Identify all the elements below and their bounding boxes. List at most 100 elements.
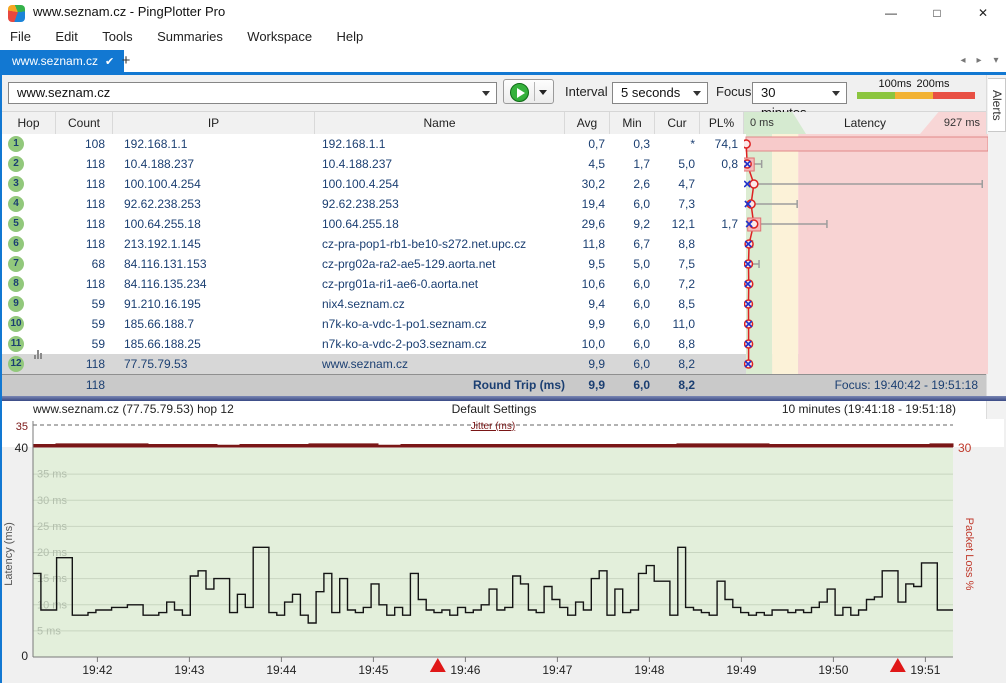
col-header-count[interactable]: Count <box>56 112 113 134</box>
timeline-graph-area[interactable]: Jitter (ms)355 ms10 ms15 ms20 ms25 ms30 … <box>0 419 1006 683</box>
timeline-range-label[interactable]: 10 minutes (19:41:18 - 19:51:18) <box>782 402 956 416</box>
name-cell: cz-prg01a-ri1-ae6-0.aorta.net <box>322 274 562 294</box>
menu-edit[interactable]: Edit <box>45 26 87 47</box>
svg-text:19:45: 19:45 <box>358 663 388 677</box>
menu-summaries[interactable]: Summaries <box>147 26 233 47</box>
cur-cell: 7,5 <box>655 254 695 274</box>
hop-number-badge: 7 <box>8 256 24 272</box>
focus-select[interactable]: 30 minutes <box>752 82 847 104</box>
play-icon[interactable] <box>510 83 529 102</box>
chevron-down-icon[interactable] <box>693 91 701 96</box>
hop-cell: 4 <box>2 194 56 214</box>
hop-cell: 9 <box>2 294 56 314</box>
min-cell: 6,0 <box>610 294 650 314</box>
ip-cell: 213.192.1.145 <box>124 234 310 254</box>
pingplotter-window: www.seznam.cz - PingPlotter Pro — □ ✕ Fi… <box>0 0 1006 683</box>
round-trip-row[interactable]: 118 Round Trip (ms) 9,9 6,0 8,2 Focus: 1… <box>2 374 986 396</box>
svg-text:30 ms: 30 ms <box>37 495 67 507</box>
latency-scale-red <box>933 92 975 99</box>
avg-cell: 29,6 <box>565 214 605 234</box>
svg-text:0: 0 <box>21 649 28 663</box>
ip-cell: 185.66.188.25 <box>124 334 310 354</box>
close-icon[interactable]: ✕ <box>960 0 1006 26</box>
ip-cell: 100.100.4.254 <box>124 174 310 194</box>
col-header-name[interactable]: Name <box>315 112 565 134</box>
pl-cell: 0,8 <box>700 154 738 174</box>
count-cell: 118 <box>56 274 105 294</box>
latency-timeline-chart[interactable]: Jitter (ms)355 ms10 ms15 ms20 ms25 ms30 … <box>0 419 1006 683</box>
toolbar: www.seznam.cz Interval 5 seconds Focus 3… <box>0 75 1006 112</box>
cur-cell: 8,2 <box>655 354 695 374</box>
menu-workspace[interactable]: Workspace <box>237 26 322 47</box>
col-header-hop[interactable]: Hop <box>2 112 56 134</box>
name-cell: cz-prg02a-ra2-ae5-129.aorta.net <box>322 254 562 274</box>
chevron-down-icon[interactable] <box>482 91 490 96</box>
cur-cell: 11,0 <box>655 314 695 334</box>
check-icon: ✔ <box>105 56 114 68</box>
col-header-cur[interactable]: Cur <box>655 112 700 134</box>
menu-tools[interactable]: Tools <box>92 26 142 47</box>
hop-cell: 8 <box>2 274 56 294</box>
hop-latency-minigraph[interactable] <box>744 134 988 374</box>
tab-target-seznam[interactable]: www.seznam.cz✔ <box>2 50 124 72</box>
count-cell: 118 <box>56 234 105 254</box>
latency-scale-yellow <box>895 92 933 99</box>
ip-cell: 192.168.1.1 <box>124 134 310 154</box>
interval-select[interactable]: 5 seconds <box>612 82 708 104</box>
cur-cell: 12,1 <box>655 214 695 234</box>
svg-text:19:48: 19:48 <box>634 663 664 677</box>
count-cell: 118 <box>56 194 105 214</box>
target-address-combobox[interactable]: www.seznam.cz <box>8 82 497 104</box>
svg-text:25 ms: 25 ms <box>37 521 67 533</box>
min-cell: 0,3 <box>610 134 650 154</box>
cur-cell: 8,5 <box>655 294 695 314</box>
min-cell: 1,7 <box>610 154 650 174</box>
col-header-pl[interactable]: PL% <box>700 112 744 134</box>
name-cell: 100.100.4.254 <box>322 174 562 194</box>
pingplotter-app-icon <box>8 5 25 22</box>
svg-text:35 ms: 35 ms <box>37 469 67 481</box>
col-header-min[interactable]: Min <box>610 112 655 134</box>
cur-cell: 7,2 <box>655 274 695 294</box>
svg-text:19:51: 19:51 <box>910 663 940 677</box>
count-cell: 108 <box>56 134 105 154</box>
menu-help[interactable]: Help <box>327 26 374 47</box>
alerts-side-tab[interactable]: Alerts <box>988 78 1006 132</box>
round-trip-min: 6,0 <box>610 375 650 396</box>
hop-number-badge: 4 <box>8 196 24 212</box>
tab-bar: www.seznam.cz✔ + ◂ ▸ ▾ <box>0 50 1006 72</box>
count-cell: 59 <box>56 334 105 354</box>
name-cell: n7k-ko-a-vdc-2-po3.seznam.cz <box>322 334 562 354</box>
name-cell: cz-pra-pop1-rb1-be10-s272.net.upc.cz <box>322 234 562 254</box>
cur-cell: 4,7 <box>655 174 695 194</box>
svg-text:19:50: 19:50 <box>818 663 848 677</box>
min-cell: 5,0 <box>610 254 650 274</box>
svg-text:19:42: 19:42 <box>82 663 112 677</box>
avg-cell: 30,2 <box>565 174 605 194</box>
menu-file[interactable]: File <box>0 26 41 47</box>
maximize-icon[interactable]: □ <box>914 0 960 26</box>
new-tab-button[interactable]: + <box>116 50 136 72</box>
cur-cell: 7,3 <box>655 194 695 214</box>
tab-scroll-right-icon[interactable]: ▸ <box>972 53 986 69</box>
col-header-ip[interactable]: IP <box>113 112 315 134</box>
window-edge-accent <box>0 50 2 683</box>
interval-label: Interval <box>565 84 608 99</box>
avg-cell: 9,9 <box>565 314 605 334</box>
chevron-down-icon[interactable] <box>832 91 840 96</box>
start-trace-split-button[interactable] <box>503 79 554 104</box>
svg-text:Jitter (ms): Jitter (ms) <box>471 421 515 432</box>
minimize-icon[interactable]: — <box>868 0 914 26</box>
avg-cell: 11,8 <box>565 234 605 254</box>
avg-cell: 9,4 <box>565 294 605 314</box>
svg-text:19:49: 19:49 <box>726 663 756 677</box>
count-cell: 118 <box>56 354 105 374</box>
tab-overflow-icon[interactable]: ▾ <box>989 53 1003 69</box>
timeline-header: www.seznam.cz (77.75.79.53) hop 12 Defau… <box>2 401 986 419</box>
tab-scroll-left-icon[interactable]: ◂ <box>956 53 970 69</box>
chevron-down-icon[interactable] <box>539 90 547 95</box>
round-trip-label: Round Trip (ms) <box>435 375 565 396</box>
ip-cell: 84.116.131.153 <box>124 254 310 274</box>
col-header-avg[interactable]: Avg <box>565 112 610 134</box>
title-bar: www.seznam.cz - PingPlotter Pro — □ ✕ <box>0 0 1006 26</box>
